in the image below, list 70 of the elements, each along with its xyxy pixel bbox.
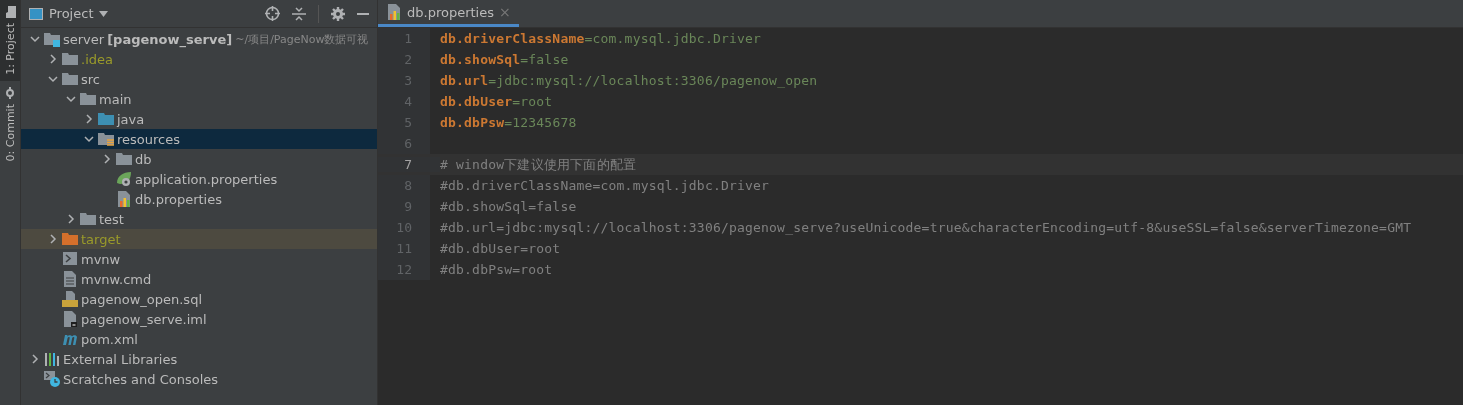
- settings-icon[interactable]: [331, 6, 345, 21]
- console-clock-icon: [44, 371, 60, 387]
- code-comment: #db.showSql=false: [440, 199, 577, 214]
- folder-icon: [4, 6, 16, 18]
- leaf-gear-icon: [116, 171, 132, 187]
- expanded-chevron-icon[interactable]: [83, 133, 95, 145]
- code-comment: #db.url=jdbc:mysql://localhost:3306/pagenow_serve?useUnicode=true&characterEncoding=utf-8&useSSL=false&serverTimezone=GMT: [440, 220, 1412, 235]
- tree-item[interactable]: main: [99, 91, 132, 107]
- project-path: ~/项目/PageNow数据可视: [235, 31, 369, 47]
- expanded-chevron-icon[interactable]: [47, 73, 59, 85]
- text-file-icon: [62, 271, 78, 287]
- collapsed-chevron-icon[interactable]: [47, 233, 59, 245]
- tree-item[interactable]: application.properties: [135, 171, 278, 187]
- dropdown-icon[interactable]: [99, 10, 109, 17]
- tool-window-tab[interactable]: 0: Commit: [0, 80, 20, 168]
- module-name: [pagenow_serve]: [107, 31, 233, 47]
- code-comment: #db.driverClassName=com.mysql.jdbc.Driver: [440, 178, 770, 193]
- expanded-chevron-icon[interactable]: [65, 93, 77, 105]
- code-comment: #db.dbPsw=root: [440, 262, 553, 277]
- tree-item[interactable]: resources: [117, 131, 180, 147]
- collapsed-chevron-icon[interactable]: [47, 53, 59, 65]
- tree-item[interactable]: pagenow_serve.iml: [81, 311, 207, 327]
- expanded-chevron-icon[interactable]: [29, 33, 41, 45]
- folder-icon: [62, 71, 78, 87]
- folder-icon: [62, 51, 78, 67]
- tree-item[interactable]: db: [135, 151, 152, 167]
- commit-icon: [4, 86, 16, 99]
- tree-item[interactable]: target: [81, 231, 121, 247]
- collapsed-chevron-icon[interactable]: [83, 113, 95, 125]
- resources-folder-icon: [98, 131, 114, 147]
- tree-item[interactable]: src: [81, 71, 100, 87]
- collapsed-chevron-icon[interactable]: [29, 353, 41, 365]
- code-line: db.url=jdbc:mysql://localhost:3306/pagenow_open: [440, 73, 818, 88]
- code-line: db.dbUser=root: [440, 94, 553, 109]
- terminal-file-icon: [62, 251, 78, 267]
- tree-item[interactable]: server: [63, 31, 105, 47]
- tree-item[interactable]: db.properties: [135, 191, 222, 207]
- properties-file-icon: [386, 4, 402, 20]
- module-folder-icon: [44, 31, 60, 47]
- tree-item[interactable]: mvnw.cmd: [81, 271, 152, 287]
- tree-item[interactable]: pagenow_open.sql: [81, 291, 202, 307]
- minimize-icon[interactable]: [357, 12, 369, 15]
- code-line: db.driverClassName=com.mysql.jdbc.Driver: [440, 31, 762, 46]
- tree-item[interactable]: External Libraries: [63, 351, 178, 367]
- locate-icon[interactable]: [265, 6, 280, 21]
- panel-title[interactable]: Project: [49, 6, 94, 21]
- code-line: db.dbPsw=12345678: [440, 115, 577, 130]
- properties-file-icon: [116, 191, 132, 207]
- collapsed-chevron-icon[interactable]: [65, 213, 77, 225]
- folder-icon: [116, 151, 132, 167]
- tree-item[interactable]: pom.xml: [81, 331, 138, 347]
- folder-icon: [62, 231, 78, 247]
- tree-item[interactable]: mvnw: [81, 251, 121, 267]
- sql-file-icon: [62, 291, 78, 307]
- libraries-icon: [44, 351, 60, 367]
- tool-window-tab[interactable]: 1: Project: [0, 0, 20, 81]
- folder-icon: [80, 211, 96, 227]
- tree-item[interactable]: test: [99, 211, 124, 227]
- folder-icon: [80, 91, 96, 107]
- tree-item[interactable]: Scratches and Consoles: [63, 371, 219, 387]
- window-icon: [29, 7, 43, 20]
- tree-item[interactable]: .idea: [81, 51, 113, 67]
- collapsed-chevron-icon[interactable]: [101, 153, 113, 165]
- code-comment: #db.dbUser=root: [440, 241, 561, 256]
- code-comment: # window下建议使用下面的配置: [440, 155, 637, 174]
- collapse-icon[interactable]: [292, 6, 306, 21]
- code-line: db.showSql=false: [440, 52, 569, 67]
- module-file-icon: [62, 311, 78, 327]
- tree-item[interactable]: java: [117, 111, 145, 127]
- folder-icon: [98, 111, 114, 127]
